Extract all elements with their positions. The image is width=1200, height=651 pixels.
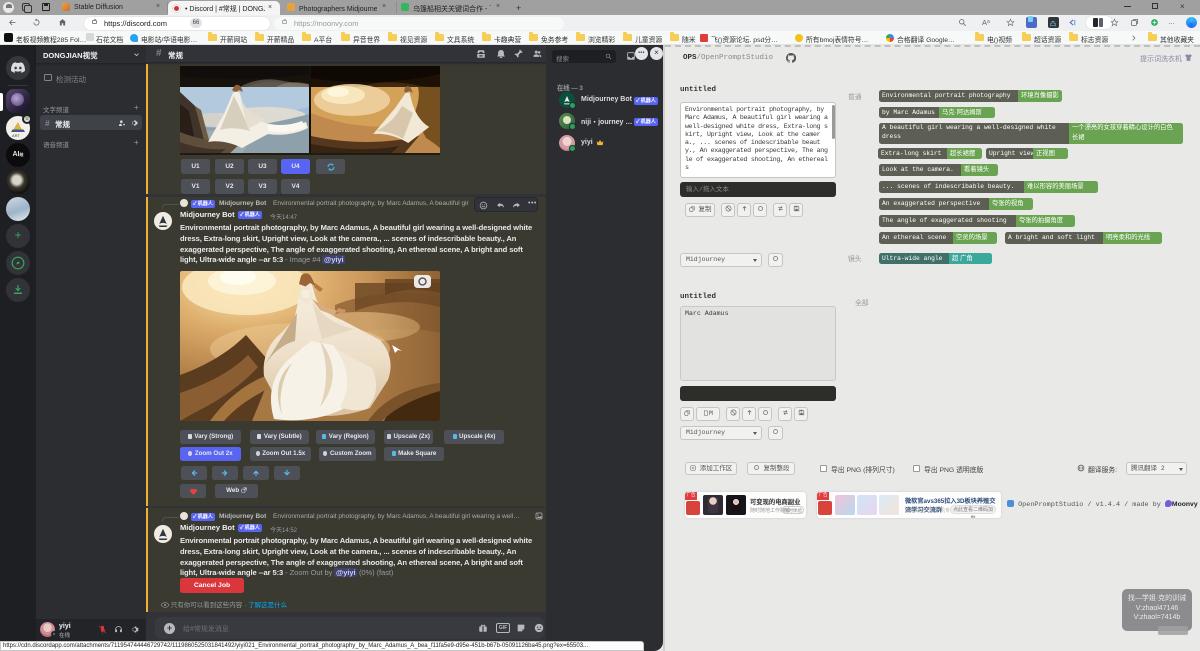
svg-text:ART: ART: [12, 133, 20, 138]
